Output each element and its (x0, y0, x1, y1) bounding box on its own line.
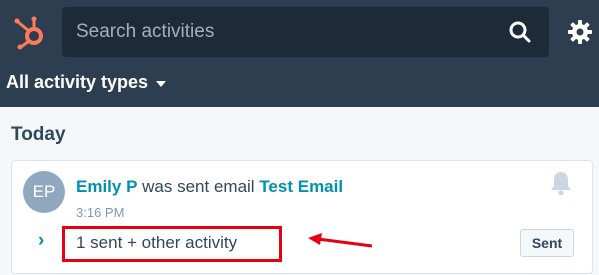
section-title: Today (11, 124, 66, 145)
activity-time: 3:16 PM (76, 205, 125, 220)
arrow-annotation-icon (306, 232, 374, 252)
status-button[interactable]: Sent (520, 229, 574, 257)
contact-link[interactable]: Emily P (76, 177, 137, 196)
bell-icon[interactable] (548, 170, 574, 196)
caret-down-icon (156, 80, 167, 87)
avatar: EP (23, 171, 65, 213)
annotation-highlight-box (62, 226, 282, 262)
search-input[interactable]: Search activities (76, 21, 214, 43)
hubspot-logo-icon[interactable] (12, 14, 48, 50)
filter-label: All activity types (6, 72, 149, 92)
action-text: was sent email (137, 177, 260, 196)
search-bar[interactable]: Search activities (62, 7, 549, 57)
chevron-right-icon[interactable]: › (38, 230, 44, 252)
gear-icon[interactable] (567, 19, 593, 45)
activity-description: Emily P was sent email Test Email (76, 177, 343, 197)
activity-type-filter[interactable]: All activity types (6, 72, 167, 93)
email-link[interactable]: Test Email (259, 177, 343, 196)
search-icon[interactable] (509, 21, 531, 43)
top-header: Search activities All activity types (0, 0, 599, 107)
activity-card: EP Emily P was sent email Test Email 3:1… (11, 160, 593, 274)
